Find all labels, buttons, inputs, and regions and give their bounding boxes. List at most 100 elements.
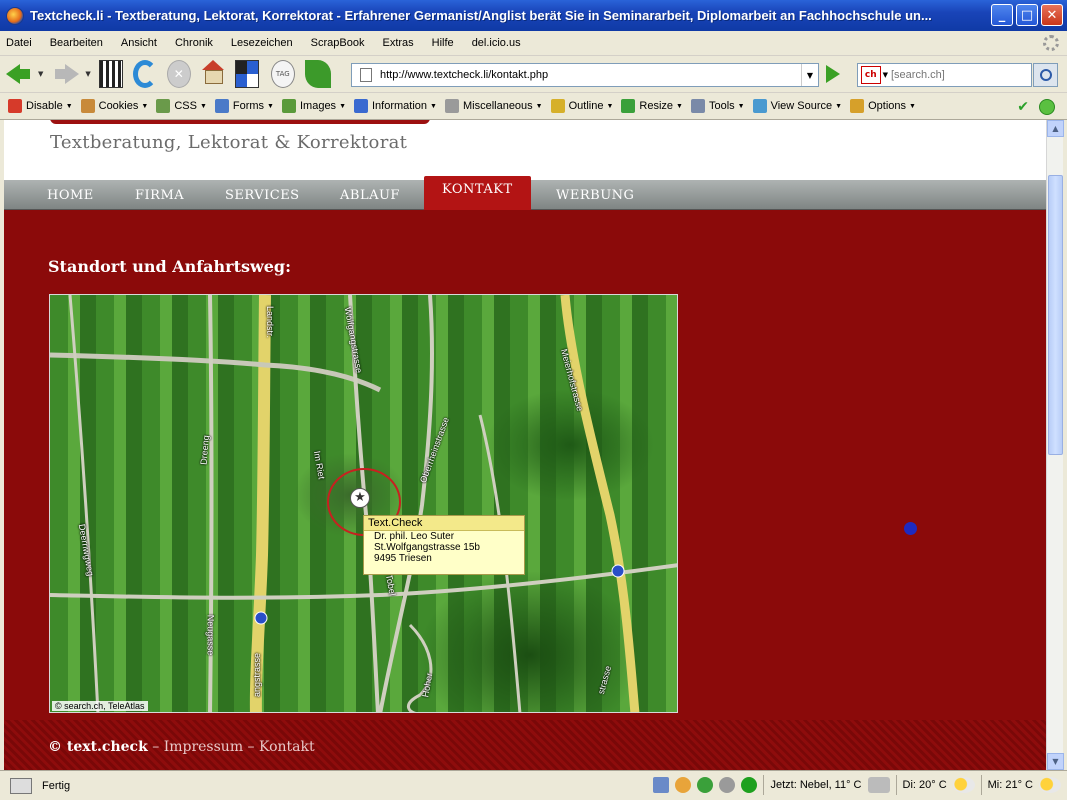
forward-arrow-icon[interactable] — [51, 60, 81, 88]
section-title: Standort und Anfahrtsweg: — [48, 257, 292, 276]
search-input[interactable] — [891, 69, 1031, 81]
weather-tuesday[interactable]: Di: 20° C — [903, 779, 947, 791]
devbar-outline[interactable]: Outline ▼ — [550, 99, 614, 113]
site-logo[interactable] — [50, 120, 430, 124]
street-label: angstrasse — [252, 652, 263, 698]
menu-lesezeichen[interactable]: Lesezeichen — [231, 37, 293, 49]
tag-icon[interactable]: TAG — [270, 60, 295, 88]
site-header: Textberatung, Lektorat & Korrektorat — [4, 120, 1046, 180]
nav-ablauf[interactable]: ABLAUF — [340, 180, 400, 210]
dropdown-arrow-icon: ▼ — [676, 102, 683, 110]
dropdown-arrow-icon: ▼ — [606, 102, 614, 110]
footer-brand[interactable]: © text.check — [48, 739, 148, 755]
validation-check-icon[interactable]: ✔ — [1017, 99, 1029, 115]
location-pin-icon[interactable]: ★ — [350, 488, 370, 508]
footer-impressum-link[interactable]: Impressum — [164, 739, 243, 755]
dropdown-arrow-icon: ▼ — [535, 102, 543, 110]
map-copyright: © search.ch, TeleAtlas — [52, 701, 148, 711]
url-bar[interactable]: http://www.textcheck.li/kontakt.php ▼ — [351, 63, 819, 87]
menu-chronik[interactable]: Chronik — [175, 37, 213, 49]
vertical-scrollbar[interactable]: ▲ ▼ — [1046, 120, 1064, 770]
forward-history-dropdown-icon[interactable]: ▼ — [85, 70, 90, 78]
status-ok-icon[interactable] — [1039, 99, 1055, 115]
resize-icon — [621, 99, 636, 113]
search-engine-dropdown-icon[interactable]: ▼ — [883, 71, 888, 79]
images-icon — [281, 99, 296, 113]
window-titlebar: Textcheck.li - Textberatung, Lektorat, K… — [0, 0, 1067, 31]
devbar-information[interactable]: Information ▼ — [354, 99, 437, 113]
nav-kontakt[interactable]: KONTAKT — [424, 176, 531, 210]
devbar-tools[interactable]: Tools ▼ — [690, 99, 745, 113]
devbar-label: Outline — [568, 100, 604, 112]
firefox-status-icon[interactable] — [675, 777, 692, 793]
back-history-dropdown-icon[interactable]: ▼ — [38, 70, 43, 78]
ok-status-icon[interactable] — [741, 777, 758, 793]
popup-city: 9495 Triesen — [374, 553, 432, 564]
minimize-button[interactable]: _ — [991, 4, 1013, 26]
status-separator — [763, 775, 765, 795]
url-text[interactable]: http://www.textcheck.li/kontakt.php — [380, 69, 548, 81]
sun-cloud-icon — [1039, 777, 1061, 793]
devbar-disable[interactable]: Disable ▼ — [8, 99, 73, 113]
devbar-view-source[interactable]: View Source ▼ — [752, 99, 842, 113]
location-map[interactable]: Landstr. Wolfgangstrasse Oberrheinstrass… — [49, 294, 678, 713]
devbar-options[interactable]: Options ▼ — [850, 99, 916, 113]
devbar-forms[interactable]: Forms ▼ — [214, 99, 274, 113]
stop-icon[interactable]: ✕ — [166, 60, 191, 88]
menu-datei[interactable]: Datei — [6, 37, 32, 49]
menu-hilfe[interactable]: Hilfe — [432, 37, 454, 49]
street-label: Neugasse — [205, 614, 216, 656]
weather-now[interactable]: Jetzt: Nebel, 11° C — [770, 779, 861, 791]
devbar-label: CSS — [174, 100, 197, 112]
devbar-label: Information — [372, 100, 428, 112]
nav-werbung[interactable]: WERBUNG — [556, 180, 634, 210]
devbar-css[interactable]: CSS ▼ — [156, 99, 207, 113]
outline-icon — [550, 99, 565, 113]
search-engine-icon[interactable]: ch — [861, 66, 881, 84]
devbar-resize[interactable]: Resize ▼ — [621, 99, 683, 113]
nav-firma[interactable]: FIRMA — [135, 180, 184, 210]
dropdown-arrow-icon: ▼ — [430, 102, 437, 110]
grid-icon[interactable] — [98, 60, 123, 88]
information-icon — [354, 99, 368, 113]
scroll-down-arrow-icon[interactable]: ▼ — [1047, 753, 1064, 770]
css-icon — [156, 99, 171, 113]
devbar-images[interactable]: Images ▼ — [281, 99, 346, 113]
menu-extras[interactable]: Extras — [382, 37, 413, 49]
maximize-button[interactable]: □ — [1016, 4, 1038, 26]
devbar-label: View Source — [770, 100, 833, 112]
check-status-icon[interactable] — [697, 777, 714, 793]
scroll-up-arrow-icon[interactable]: ▲ — [1047, 120, 1064, 137]
weather-wednesday[interactable]: Mi: 21° C — [988, 779, 1033, 791]
options-icon — [850, 99, 865, 113]
dropdown-arrow-icon: ▼ — [909, 102, 916, 110]
menu-scrapbook[interactable]: ScrapBook — [311, 37, 365, 49]
reload-icon[interactable] — [132, 60, 157, 88]
nav-home[interactable]: HOME — [47, 180, 94, 210]
go-arrow-icon[interactable] — [826, 65, 840, 83]
nav-services[interactable]: SERVICES — [225, 180, 300, 210]
back-arrow-icon[interactable] — [4, 60, 34, 88]
map-popup: Text.Check Dr. phil. Leo Suter St.Wolfga… — [363, 515, 525, 575]
devbar-miscellaneous[interactable]: Miscellaneous ▼ — [444, 99, 543, 113]
dropdown-arrow-icon: ▼ — [141, 102, 149, 110]
windows-icon[interactable] — [234, 60, 259, 88]
menu-delicious[interactable]: del.icio.us — [472, 37, 521, 49]
addon-icon[interactable] — [653, 777, 670, 793]
footer-kontakt-link[interactable]: Kontakt — [259, 739, 315, 755]
search-box[interactable]: ch ▼ — [857, 63, 1032, 87]
cursor-dot — [904, 522, 917, 535]
devbar-cookies[interactable]: Cookies ▼ — [80, 99, 149, 113]
scroll-thumb[interactable] — [1048, 175, 1063, 455]
devbar-label: Disable — [26, 100, 63, 112]
dropdown-arrow-icon: ▼ — [339, 102, 346, 110]
search-button[interactable] — [1033, 63, 1058, 87]
menu-bearbeiten[interactable]: Bearbeiten — [50, 37, 103, 49]
info-status-icon[interactable] — [719, 777, 736, 793]
menu-ansicht[interactable]: Ansicht — [121, 37, 157, 49]
url-dropdown-icon[interactable]: ▼ — [801, 64, 818, 86]
leaf-icon[interactable] — [304, 60, 331, 88]
site-footer: © text.check – Impressum – Kontakt — [4, 720, 1046, 770]
home-icon[interactable] — [201, 60, 225, 88]
close-button[interactable]: ✕ — [1041, 4, 1063, 26]
